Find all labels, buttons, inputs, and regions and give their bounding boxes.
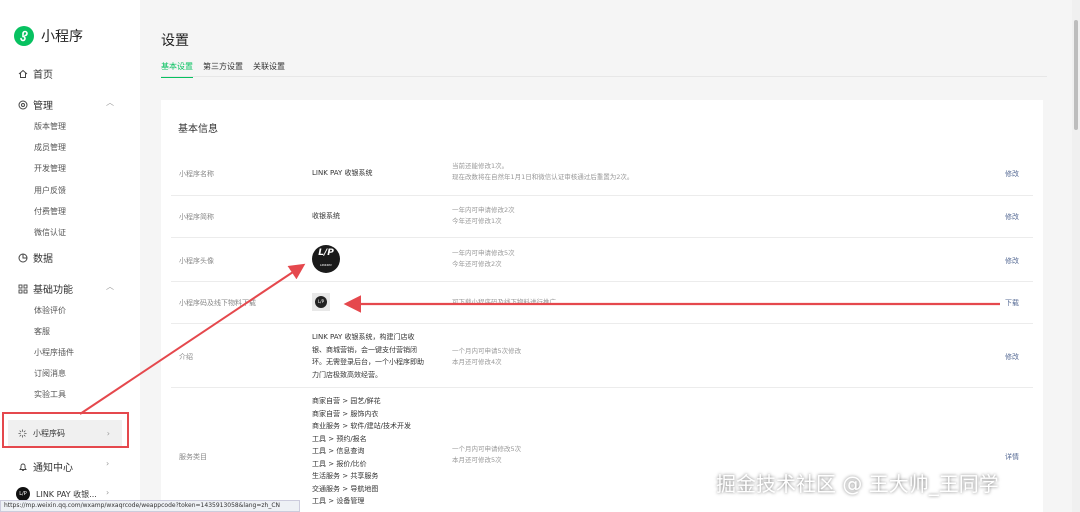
row-label: 小程序头像 <box>179 257 214 265</box>
nav-basic[interactable]: 基础功能 <box>18 281 73 296</box>
nav-manage-label: 管理 <box>33 101 53 112</box>
nav-sub-feedback[interactable]: 用户反馈 <box>34 185 66 196</box>
nav-sub-version[interactable]: 版本管理 <box>34 121 66 132</box>
row-note: 今年还可修改1次 <box>452 217 502 225</box>
row-label: 小程序码及线下物料下载 <box>179 299 256 307</box>
miniprogram-avatar-image: L/P LINKPAY <box>312 245 340 273</box>
chevron-up-icon[interactable]: ︿ <box>106 97 114 108</box>
row-value: 收银系统 <box>312 212 340 220</box>
scrollbar-thumb[interactable] <box>1074 20 1078 130</box>
qrcode-thumbnail[interactable]: L/P <box>312 293 330 311</box>
category-line: 工具 > 预约/报名 <box>312 434 367 443</box>
row-qrcode: 小程序码及线下物料下载 L/P 可下载小程序码及线下物料进行推广 下载 <box>171 282 1033 324</box>
category-line: 商家自营 > 服饰内衣 <box>312 409 379 418</box>
chevron-right-icon[interactable]: › <box>106 488 109 497</box>
chevron-up-icon[interactable]: ︿ <box>106 281 114 292</box>
category-line: 工具 > 信息查询 <box>312 447 365 455</box>
row-note: 今年还可修改2次 <box>452 260 502 268</box>
row-avatar: 小程序头像 L/P LINKPAY 一年内可申请修改5次 今年还可修改2次 修改 <box>171 238 1033 282</box>
nav-sub-members[interactable]: 成员管理 <box>34 142 66 153</box>
nav-sub-payment[interactable]: 付费管理 <box>34 206 66 217</box>
row-name: 小程序名称 LINK PAY 收银系统 当前还能修改1次。 现在改数将在自然年1… <box>171 152 1033 196</box>
row-note: 一年内可申请修改5次 <box>452 249 515 257</box>
nav-notify[interactable]: 通知中心 <box>18 459 73 474</box>
nav-sub-lab[interactable]: 实验工具 <box>34 389 66 400</box>
row-label: 服务类目 <box>179 453 207 461</box>
row-note: 本月还可修改4次 <box>452 358 502 366</box>
avatar: L/P <box>16 487 30 501</box>
qrcode-logo-text: L/P <box>315 296 327 308</box>
edit-intro-link[interactable]: 修改 <box>1005 352 1019 362</box>
watermark: 掘金技术社区 @ 王大帅_王同学 <box>716 472 999 496</box>
nav-sub-service[interactable]: 客服 <box>34 326 50 337</box>
page-title: 设置 <box>161 33 189 49</box>
nav-data-label: 数据 <box>33 254 53 265</box>
category-line: 工具 > 报价/比价 <box>312 459 367 468</box>
row-label: 小程序简称 <box>179 213 214 221</box>
row-note: 可下载小程序码及线下物料进行推广 <box>452 298 556 306</box>
row-label: 介绍 <box>179 353 193 361</box>
settings-circle-icon <box>18 100 28 110</box>
nav-sub-verify[interactable]: 微信认证 <box>34 227 66 238</box>
intro-line: 环。无需登录后台，一个小程序即助 <box>312 358 424 366</box>
category-details-link[interactable]: 详情 <box>1005 452 1019 462</box>
nav-sub-subscribe[interactable]: 订阅消息 <box>34 368 66 379</box>
nav-sub-dev[interactable]: 开发管理 <box>34 163 66 174</box>
category-line: 交通服务 > 导航地图 <box>312 484 379 493</box>
row-label: 小程序名称 <box>179 170 214 178</box>
card-title: 基本信息 <box>178 124 218 135</box>
grid-icon <box>18 284 28 294</box>
avatar-logo-subtext: LINKPAY <box>319 263 333 267</box>
row-intro: 介绍 LINK PAY 收银系统，构建门店收 银、商城营销，会一键支付营销闭 环… <box>171 324 1033 388</box>
browser-status-url: https://mp.weixin.qq.com/wxamp/wxaqrcode… <box>0 500 300 512</box>
intro-line: 力门店极致高效经营。 <box>312 370 382 379</box>
edit-short-name-link[interactable]: 修改 <box>1005 212 1019 222</box>
chart-pie-icon <box>18 253 28 263</box>
tab-divider <box>161 76 1047 77</box>
annotation-highlight-box <box>2 412 129 448</box>
download-qrcode-link[interactable]: 下载 <box>1005 298 1019 308</box>
account-switcher[interactable]: L/P LINK PAY 收银... <box>16 487 97 501</box>
home-icon <box>18 69 28 79</box>
nav-sub-plugin[interactable]: 小程序插件 <box>34 347 74 358</box>
category-line: 生活服务 > 共享服务 <box>312 472 379 480</box>
row-note: 一个月内可申请修改5次 <box>452 445 522 453</box>
row-short-name: 小程序简称 收银系统 一年内可申请修改2次 今年还可修改1次 修改 <box>171 196 1033 238</box>
miniprogram-logo-icon <box>14 26 34 46</box>
edit-avatar-link[interactable]: 修改 <box>1005 256 1019 266</box>
category-line: 工具 > 设备管理 <box>312 497 365 505</box>
row-note: 当前还能修改1次。 <box>452 162 509 170</box>
category-line: 商家自营 > 园艺/鲜花 <box>312 397 381 405</box>
avatar-logo-text: L/P <box>318 247 334 258</box>
bell-icon <box>18 462 28 472</box>
nav-notify-label: 通知中心 <box>33 463 73 474</box>
nav-home[interactable]: 首页 <box>18 66 53 81</box>
category-line: 商业服务 > 软件/建站/技术开发 <box>312 422 412 430</box>
row-note: 本月还可修改5次 <box>452 456 502 464</box>
intro-line: LINK PAY 收银系统，构建门店收 <box>312 333 415 341</box>
nav-manage[interactable]: 管理 <box>18 97 53 112</box>
row-note: 一年内可申请修改2次 <box>452 206 515 214</box>
edit-name-link[interactable]: 修改 <box>1005 169 1019 179</box>
account-name: LINK PAY 收银... <box>36 489 97 499</box>
nav-basic-label: 基础功能 <box>33 285 73 296</box>
nav-data[interactable]: 数据 <box>18 250 53 265</box>
app-logo[interactable]: 小程序 <box>14 26 83 46</box>
intro-line: 银、商城营销，会一键支付营销闭 <box>312 345 417 354</box>
app-name: 小程序 <box>41 29 83 45</box>
chevron-right-icon[interactable]: › <box>106 459 109 468</box>
basic-info-card: 基本信息 小程序名称 LINK PAY 收银系统 当前还能修改1次。 现在改数将… <box>161 100 1043 512</box>
nav-home-label: 首页 <box>33 70 53 81</box>
row-value: LINK PAY 收银系统 <box>312 169 373 177</box>
sidebar: 小程序 首页 管理 ︿ 版本管理 成员管理 开发管理 用户反馈 付费管理 微信认… <box>0 0 140 512</box>
nav-sub-review[interactable]: 体验评价 <box>34 305 66 316</box>
row-note: 现在改数将在自然年1月1日和微信认证审核通过后重置为2次。 <box>452 173 634 181</box>
row-note: 一个月内可申请5次修改 <box>452 347 522 355</box>
